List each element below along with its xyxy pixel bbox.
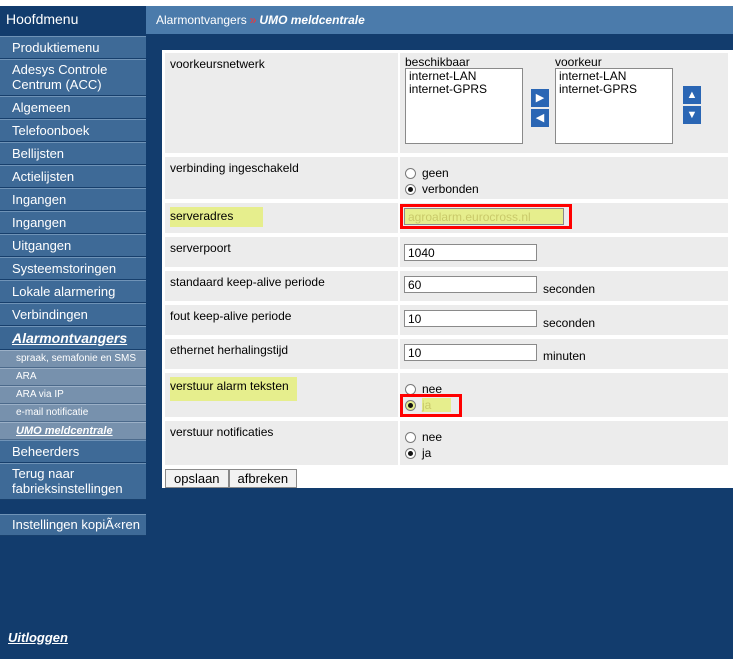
- sidebar-item-ingangen-2[interactable]: Ingangen: [0, 211, 146, 234]
- submenu-item-ara[interactable]: ARA: [0, 368, 146, 386]
- radio-label: ja: [422, 446, 432, 460]
- fault-keepalive-unit: seconden: [543, 316, 596, 330]
- breadcrumb-current: UMO meldcentrale: [259, 13, 365, 27]
- sidebar-item-produktiemenu[interactable]: Produktiemenu: [0, 36, 146, 59]
- connection-option-geen[interactable]: geen: [405, 165, 728, 181]
- radio-label: verbonden: [422, 182, 479, 196]
- keepalive-value: 60 seconden: [400, 271, 728, 301]
- row-fault-keepalive: fout keep-alive periode 10 seconden: [165, 305, 728, 335]
- radio-icon[interactable]: [405, 167, 416, 179]
- sidebar-item-systeemstoringen[interactable]: Systeemstoringen: [0, 257, 146, 280]
- send-alarm-texts-label-cell: verstuur alarm teksten: [165, 373, 398, 417]
- ethernet-retry-label: ethernet herhalingstijd: [165, 339, 398, 369]
- submenu-item-spraak[interactable]: spraak, semafonie en SMS: [0, 350, 146, 368]
- submenu-item-umo-meldcentrale[interactable]: UMO meldcentrale: [0, 422, 146, 440]
- row-server-address: serveradres agroalarm.eurocross.nl: [165, 203, 728, 233]
- preferred-listbox[interactable]: internet-LAN internet-GPRS: [555, 68, 673, 144]
- server-address-label-cell: serveradres: [165, 203, 398, 233]
- send-alarm-texts-value: nee ja: [400, 373, 728, 417]
- sidebar-item-actielijsten[interactable]: Actielijsten: [0, 165, 146, 188]
- preferred-option[interactable]: internet-GPRS: [559, 83, 669, 96]
- sidebar-item-instellingen-kopieren[interactable]: Instellingen kopiÃ«ren: [0, 514, 146, 536]
- available-option[interactable]: internet-GPRS: [409, 83, 519, 96]
- radio-selected-icon[interactable]: [405, 183, 416, 195]
- sidebar-item-bellijsten[interactable]: Bellijsten: [0, 142, 146, 165]
- sidebar-item-alarmontvangers[interactable]: Alarmontvangers: [0, 326, 146, 350]
- server-port-input[interactable]: 1040: [404, 244, 537, 261]
- server-address-label: serveradres: [170, 207, 264, 227]
- fault-keepalive-label: fout keep-alive periode: [165, 305, 398, 335]
- row-send-notifications: verstuur notificaties nee ja: [165, 421, 728, 465]
- available-title: beschikbaar: [405, 55, 470, 69]
- keepalive-unit: seconden: [543, 282, 596, 296]
- radio-selected-icon[interactable]: [405, 447, 416, 459]
- main-area: Alarmontvangers» UMO meldcentrale voorkeu…: [146, 6, 733, 659]
- arrow-right-icon[interactable]: ▶: [531, 89, 549, 107]
- save-button[interactable]: opslaan: [165, 469, 229, 488]
- submenu-item-ara-via-ip[interactable]: ARA via IP: [0, 386, 146, 404]
- row-server-port: serverpoort 1040: [165, 237, 728, 267]
- network-label: voorkeursnetwerk: [165, 53, 398, 153]
- sidebar-item-ingangen-1[interactable]: Ingangen: [0, 188, 146, 211]
- sidebar-item-telefoonboek[interactable]: Telefoonboek: [0, 119, 146, 142]
- sidebar-item-algemeen[interactable]: Algemeen: [0, 96, 146, 119]
- submenu-item-email-notificatie[interactable]: e-mail notificatie: [0, 404, 146, 422]
- sidebar-item-beheerders[interactable]: Beheerders: [0, 440, 146, 463]
- sidebar-item-verbindingen[interactable]: Verbindingen: [0, 303, 146, 326]
- ethernet-retry-unit: minuten: [543, 349, 586, 363]
- connection-label: verbinding ingeschakeld: [165, 157, 398, 199]
- row-keepalive: standaard keep-alive periode 60 seconden: [165, 271, 728, 301]
- settings-form: voorkeursnetwerk beschikbaar internet-LA…: [162, 50, 733, 488]
- preferred-title: voorkeur: [555, 55, 602, 69]
- sidebar-item-uitgangen[interactable]: Uitgangen: [0, 234, 146, 257]
- row-ethernet-retry: ethernet herhalingstijd 10 minuten: [165, 339, 728, 369]
- breadcrumb-separator: »: [249, 13, 257, 27]
- fault-keepalive-input[interactable]: 10: [404, 310, 537, 327]
- row-send-alarm-texts: verstuur alarm teksten nee ja: [165, 373, 728, 417]
- radio-icon[interactable]: [405, 383, 416, 395]
- sidebar-header: Hoofdmenu: [0, 6, 146, 32]
- breadcrumb-parent[interactable]: Alarmontvangers: [156, 13, 247, 27]
- sidebar: Hoofdmenu Produktiemenu Adesys Controle …: [0, 6, 146, 659]
- sidebar-gap: [0, 500, 146, 514]
- ethernet-retry-value: 10 minuten: [400, 339, 728, 369]
- keepalive-input[interactable]: 60: [404, 276, 537, 293]
- connection-value: geen verbonden: [400, 157, 728, 199]
- server-port-value: 1040: [400, 237, 728, 267]
- sidebar-item-acc[interactable]: Adesys Controle Centrum (ACC): [0, 59, 146, 96]
- send-notifications-value: nee ja: [400, 421, 728, 465]
- arrow-up-icon[interactable]: ▲: [683, 86, 701, 104]
- sidebar-item-fabrieksinstellingen[interactable]: Terug naar fabrieksinstellingen: [0, 463, 146, 500]
- radio-label: geen: [422, 166, 449, 180]
- send-alarm-texts-label: verstuur alarm teksten: [170, 377, 297, 401]
- server-address-value: agroalarm.eurocross.nl: [400, 203, 728, 233]
- available-listbox[interactable]: internet-LAN internet-GPRS: [405, 68, 523, 144]
- send-notifications-option-nee[interactable]: nee: [405, 429, 728, 445]
- row-network: voorkeursnetwerk beschikbaar internet-LA…: [165, 53, 728, 153]
- connection-option-verbonden[interactable]: verbonden: [405, 181, 728, 197]
- content-panel: voorkeursnetwerk beschikbaar internet-LA…: [146, 34, 733, 659]
- logout-link[interactable]: Uitloggen: [8, 630, 68, 645]
- button-bar: opslaan afbreken: [165, 469, 733, 488]
- sidebar-item-lokale-alarmering[interactable]: Lokale alarmering: [0, 280, 146, 303]
- annotation-red-box: [400, 204, 572, 229]
- send-notifications-label: verstuur notificaties: [165, 421, 398, 465]
- row-connection: verbinding ingeschakeld geen verbonden: [165, 157, 728, 199]
- radio-icon[interactable]: [405, 431, 416, 443]
- fault-keepalive-value: 10 seconden: [400, 305, 728, 335]
- cancel-button[interactable]: afbreken: [228, 469, 298, 488]
- network-value: beschikbaar internet-LAN internet-GPRS ▶…: [400, 53, 728, 153]
- ethernet-retry-input[interactable]: 10: [404, 344, 537, 361]
- annotation-red-box: [400, 394, 462, 417]
- arrow-down-icon[interactable]: ▼: [683, 106, 701, 124]
- sidebar-menu: Produktiemenu Adesys Controle Centrum (A…: [0, 36, 146, 536]
- radio-label: nee: [422, 430, 443, 444]
- keepalive-label: standaard keep-alive periode: [165, 271, 398, 301]
- send-notifications-option-ja[interactable]: ja: [405, 445, 728, 461]
- arrow-left-icon[interactable]: ◀: [531, 109, 549, 127]
- server-port-label: serverpoort: [165, 237, 398, 267]
- breadcrumb: Alarmontvangers» UMO meldcentrale: [146, 6, 733, 34]
